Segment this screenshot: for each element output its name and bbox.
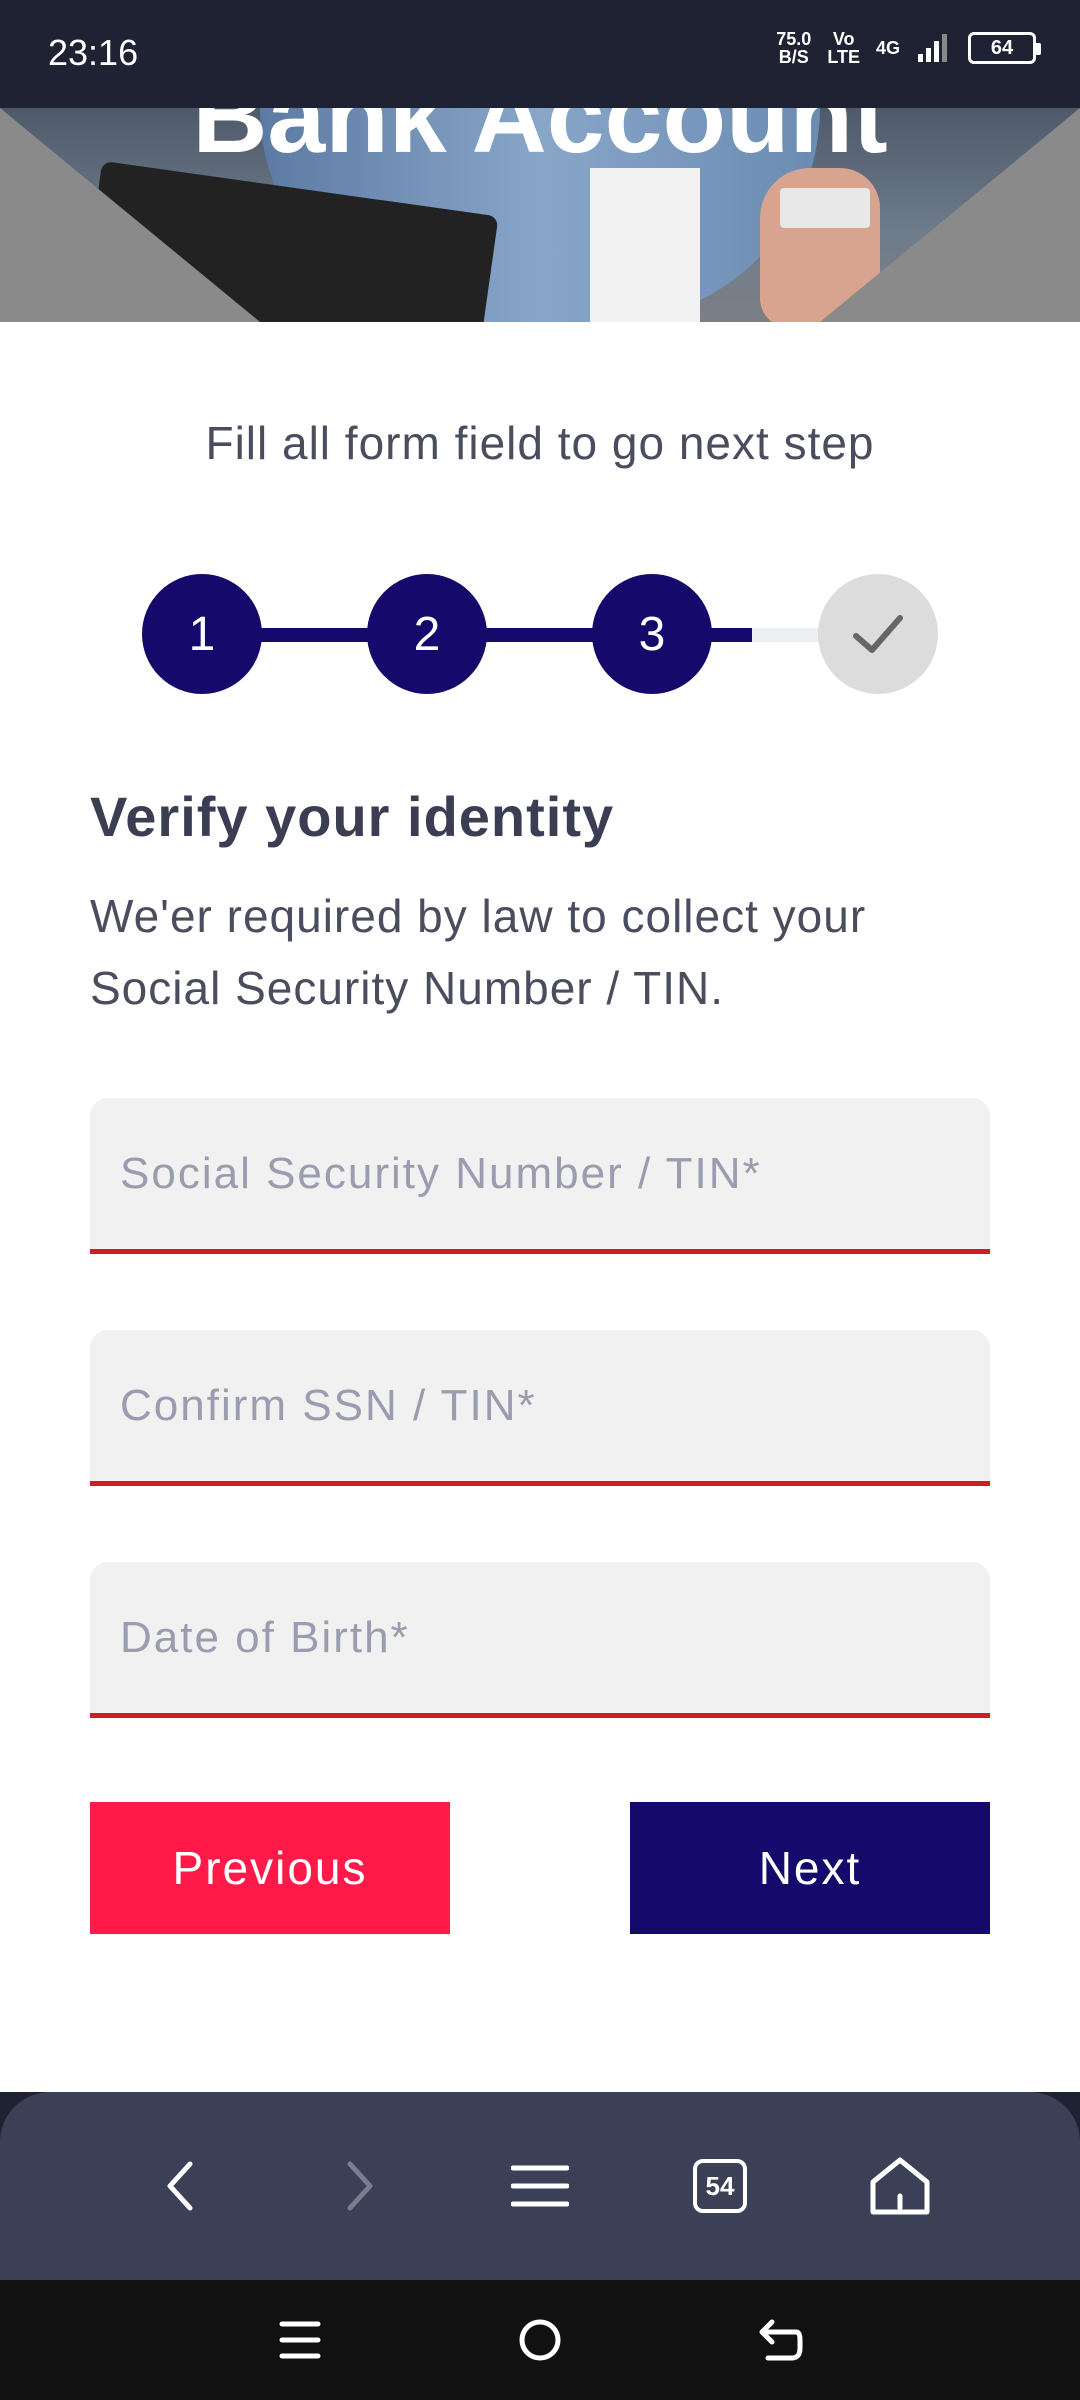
forward-button[interactable] xyxy=(320,2146,400,2226)
status-icons: 75.0 B/S Vo LTE 4G 64 xyxy=(776,30,1041,66)
browser-toolbar: 54 xyxy=(0,2092,1080,2280)
section-title: Verify your identity xyxy=(90,785,615,848)
chevron-right-icon xyxy=(347,2161,373,2211)
back-button[interactable] xyxy=(140,2146,220,2226)
signal-icon xyxy=(918,34,947,62)
checkmark-icon xyxy=(853,615,903,653)
system-nav-bar xyxy=(0,2280,1080,2400)
menu-button[interactable] xyxy=(500,2146,580,2226)
ssn-field[interactable] xyxy=(90,1098,990,1254)
dob-input[interactable] xyxy=(90,1562,990,1713)
ssn-input[interactable] xyxy=(90,1098,990,1249)
home-button[interactable] xyxy=(860,2146,940,2226)
volte-top: Vo xyxy=(832,29,855,49)
network-speed: 75.0 B/S xyxy=(776,30,811,66)
volte-bottom: LTE xyxy=(827,47,860,67)
network-speed-value: 75.0 xyxy=(776,29,812,49)
hero-title: Bank Account xyxy=(192,108,888,175)
battery-icon: 64 xyxy=(968,32,1041,64)
confirm-ssn-input[interactable] xyxy=(90,1330,990,1481)
battery-level: 64 xyxy=(990,36,1014,59)
network-speed-unit: B/S xyxy=(778,47,809,67)
recents-icon xyxy=(279,2321,321,2359)
hero-banner: Bank Account xyxy=(0,108,1080,322)
previous-button[interactable]: Previous xyxy=(90,1802,450,1934)
form-subtitle: Fill all form field to go next step xyxy=(205,417,875,469)
step-final xyxy=(818,574,938,694)
hamburger-icon xyxy=(511,2165,569,2207)
step-2: 2 xyxy=(367,574,487,694)
tabs-button[interactable]: 54 xyxy=(680,2146,760,2226)
system-home-button[interactable] xyxy=(500,2300,580,2380)
dob-field[interactable] xyxy=(90,1562,990,1718)
circle-home-icon xyxy=(519,2319,561,2361)
step-3: 3 xyxy=(592,574,712,694)
recent-apps-button[interactable] xyxy=(260,2300,340,2380)
back-arrow-icon xyxy=(759,2319,803,2361)
section-description: We'er required by law to collect your So… xyxy=(90,890,867,1014)
system-back-button[interactable] xyxy=(740,2300,820,2380)
next-button[interactable]: Next xyxy=(630,1802,990,1934)
hero-image-card xyxy=(780,188,870,228)
status-time: 23:16 xyxy=(48,32,139,73)
chevron-left-icon xyxy=(167,2161,193,2211)
status-bar: 23:16 75.0 B/S Vo LTE 4G 64 xyxy=(0,0,1080,108)
step-1: 1 xyxy=(142,574,262,694)
volte-indicator: Vo LTE xyxy=(827,30,860,66)
hero-image-shirt xyxy=(590,168,700,322)
browser-toolbar-inner: 54 xyxy=(0,2092,1080,2280)
network-type: 4G xyxy=(875,37,900,58)
confirm-ssn-field[interactable] xyxy=(90,1330,990,1486)
home-icon xyxy=(870,2157,930,2215)
tab-count-badge: 54 xyxy=(693,2159,747,2213)
progress-stepper: 1 2 3 xyxy=(142,574,938,694)
